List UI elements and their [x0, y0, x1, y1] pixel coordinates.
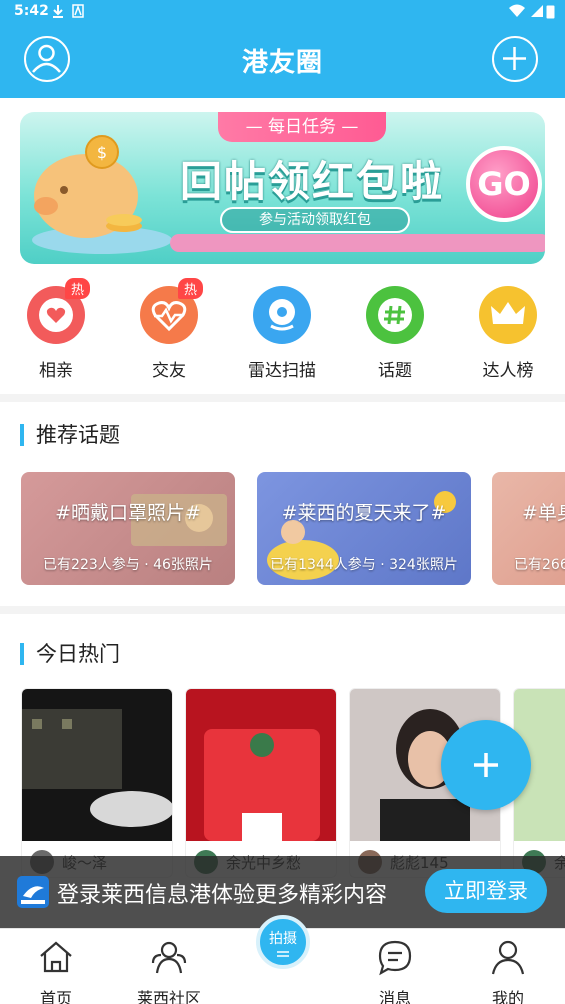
shoot-button[interactable]: 拍摄	[256, 915, 310, 969]
app-logo	[17, 876, 49, 908]
topic-title: #莱西的夏天来了#	[281, 502, 447, 524]
quick-nav: 热 相亲 热 交友 雷达扫描 话题 达人榜	[0, 278, 565, 392]
piggy-bank-icon: $	[32, 135, 172, 254]
section-divider	[0, 606, 565, 614]
quick-nav-item-friends[interactable]: 热 交友	[119, 278, 219, 381]
go-button[interactable]: GO	[466, 146, 542, 222]
quick-nav-label: 交友	[152, 361, 186, 381]
quick-nav-label: 雷达扫描	[248, 361, 316, 381]
wifi-icon	[509, 4, 525, 17]
radar-icon	[253, 286, 311, 344]
nav-messages[interactable]: 消息	[350, 937, 440, 1004]
heart-chat-icon: 热	[27, 278, 91, 344]
home-icon	[40, 941, 72, 973]
topic-card[interactable]: #晒戴口罩照片# 已有223人参与 · 46张照片	[21, 472, 235, 585]
post-image	[186, 689, 336, 841]
topic-title: #单身	[522, 502, 565, 524]
banner-strip	[170, 234, 545, 252]
hashtag-icon	[366, 286, 424, 344]
quick-nav-item-leaderboard[interactable]: 达人榜	[458, 282, 558, 381]
recommended-section-title: 推荐话题	[20, 424, 120, 446]
crown-icon	[479, 286, 537, 344]
status-bar: 5:42	[0, 0, 565, 24]
hot-badge: 热	[178, 278, 204, 299]
floating-add-button[interactable]	[441, 720, 531, 810]
login-prompt-text: 登录莱西信息港体验更多精彩内容	[57, 883, 388, 908]
community-icon	[151, 941, 187, 974]
page-title: 港友圈	[241, 48, 323, 78]
topic-card[interactable]: #莱西的夏天来了# 已有1344人参与 · 324张照片	[257, 472, 471, 585]
topic-card[interactable]: #单身 已有266	[492, 472, 565, 585]
section-divider	[0, 394, 565, 402]
nav-label: 莱西社区	[136, 989, 201, 1004]
quick-nav-item-topics[interactable]: 话题	[345, 282, 445, 381]
menu-lines-icon	[277, 951, 289, 957]
hot-post-card[interactable]: 余光中乡愁	[185, 688, 337, 878]
banner-headline: 回帖领红包啦	[180, 157, 445, 206]
hot-badge: 热	[65, 278, 91, 299]
topic-meta: 已有1344人参与 · 324张照片	[270, 557, 458, 573]
app-header: 港友圈	[0, 24, 565, 98]
hot-post-card[interactable]: 峻～泽	[21, 688, 173, 878]
hot-section-title: 今日热门	[20, 643, 120, 665]
battery-icon	[546, 5, 555, 19]
nav-profile[interactable]: 我的	[463, 937, 553, 1004]
quick-nav-label: 达人榜	[482, 361, 534, 381]
topic-meta: 已有266	[514, 557, 565, 573]
notification-icon	[72, 4, 84, 18]
status-time: 5:42	[14, 3, 49, 19]
svg-text:$: $	[97, 143, 107, 162]
plus-icon	[474, 753, 498, 777]
topic-meta: 已有223人参与 · 46张照片	[43, 557, 213, 573]
topic-title: #晒戴口罩照片#	[55, 502, 201, 524]
promo-banner[interactable]: $ — 每日任务 — 回帖领红包啦 参与活动领取红包 GO	[20, 112, 545, 264]
bottom-nav: 首页 莱西社区 拍摄 消息 我的	[0, 915, 565, 1004]
daily-task-tag: — 每日任务 —	[218, 112, 386, 142]
nav-label: 首页	[39, 989, 72, 1004]
login-button[interactable]: 立即登录	[425, 869, 547, 913]
quick-nav-label: 相亲	[39, 361, 73, 381]
person-icon	[491, 940, 525, 975]
message-icon	[378, 940, 412, 976]
banner-subline: 参与活动领取红包	[220, 207, 410, 233]
shoot-label: 拍摄	[269, 931, 297, 947]
download-icon	[53, 5, 63, 18]
quick-nav-item-dating[interactable]: 热 相亲	[6, 278, 106, 381]
add-post-button[interactable]	[492, 36, 538, 82]
post-image	[22, 689, 172, 841]
nav-community[interactable]: 莱西社区	[124, 937, 214, 1004]
quick-nav-label: 话题	[378, 361, 412, 381]
nav-label: 消息	[378, 989, 411, 1004]
nav-home[interactable]: 首页	[11, 937, 101, 1004]
quick-nav-item-radar[interactable]: 雷达扫描	[232, 282, 332, 381]
heartbeat-icon: 热	[140, 278, 204, 344]
topic-carousel[interactable]: #晒戴口罩照片# 已有223人参与 · 46张照片 #莱西的夏天来了# 已有13…	[0, 472, 565, 586]
plus-icon	[503, 47, 526, 70]
signal-icon	[531, 5, 543, 17]
nav-label: 我的	[491, 989, 524, 1004]
